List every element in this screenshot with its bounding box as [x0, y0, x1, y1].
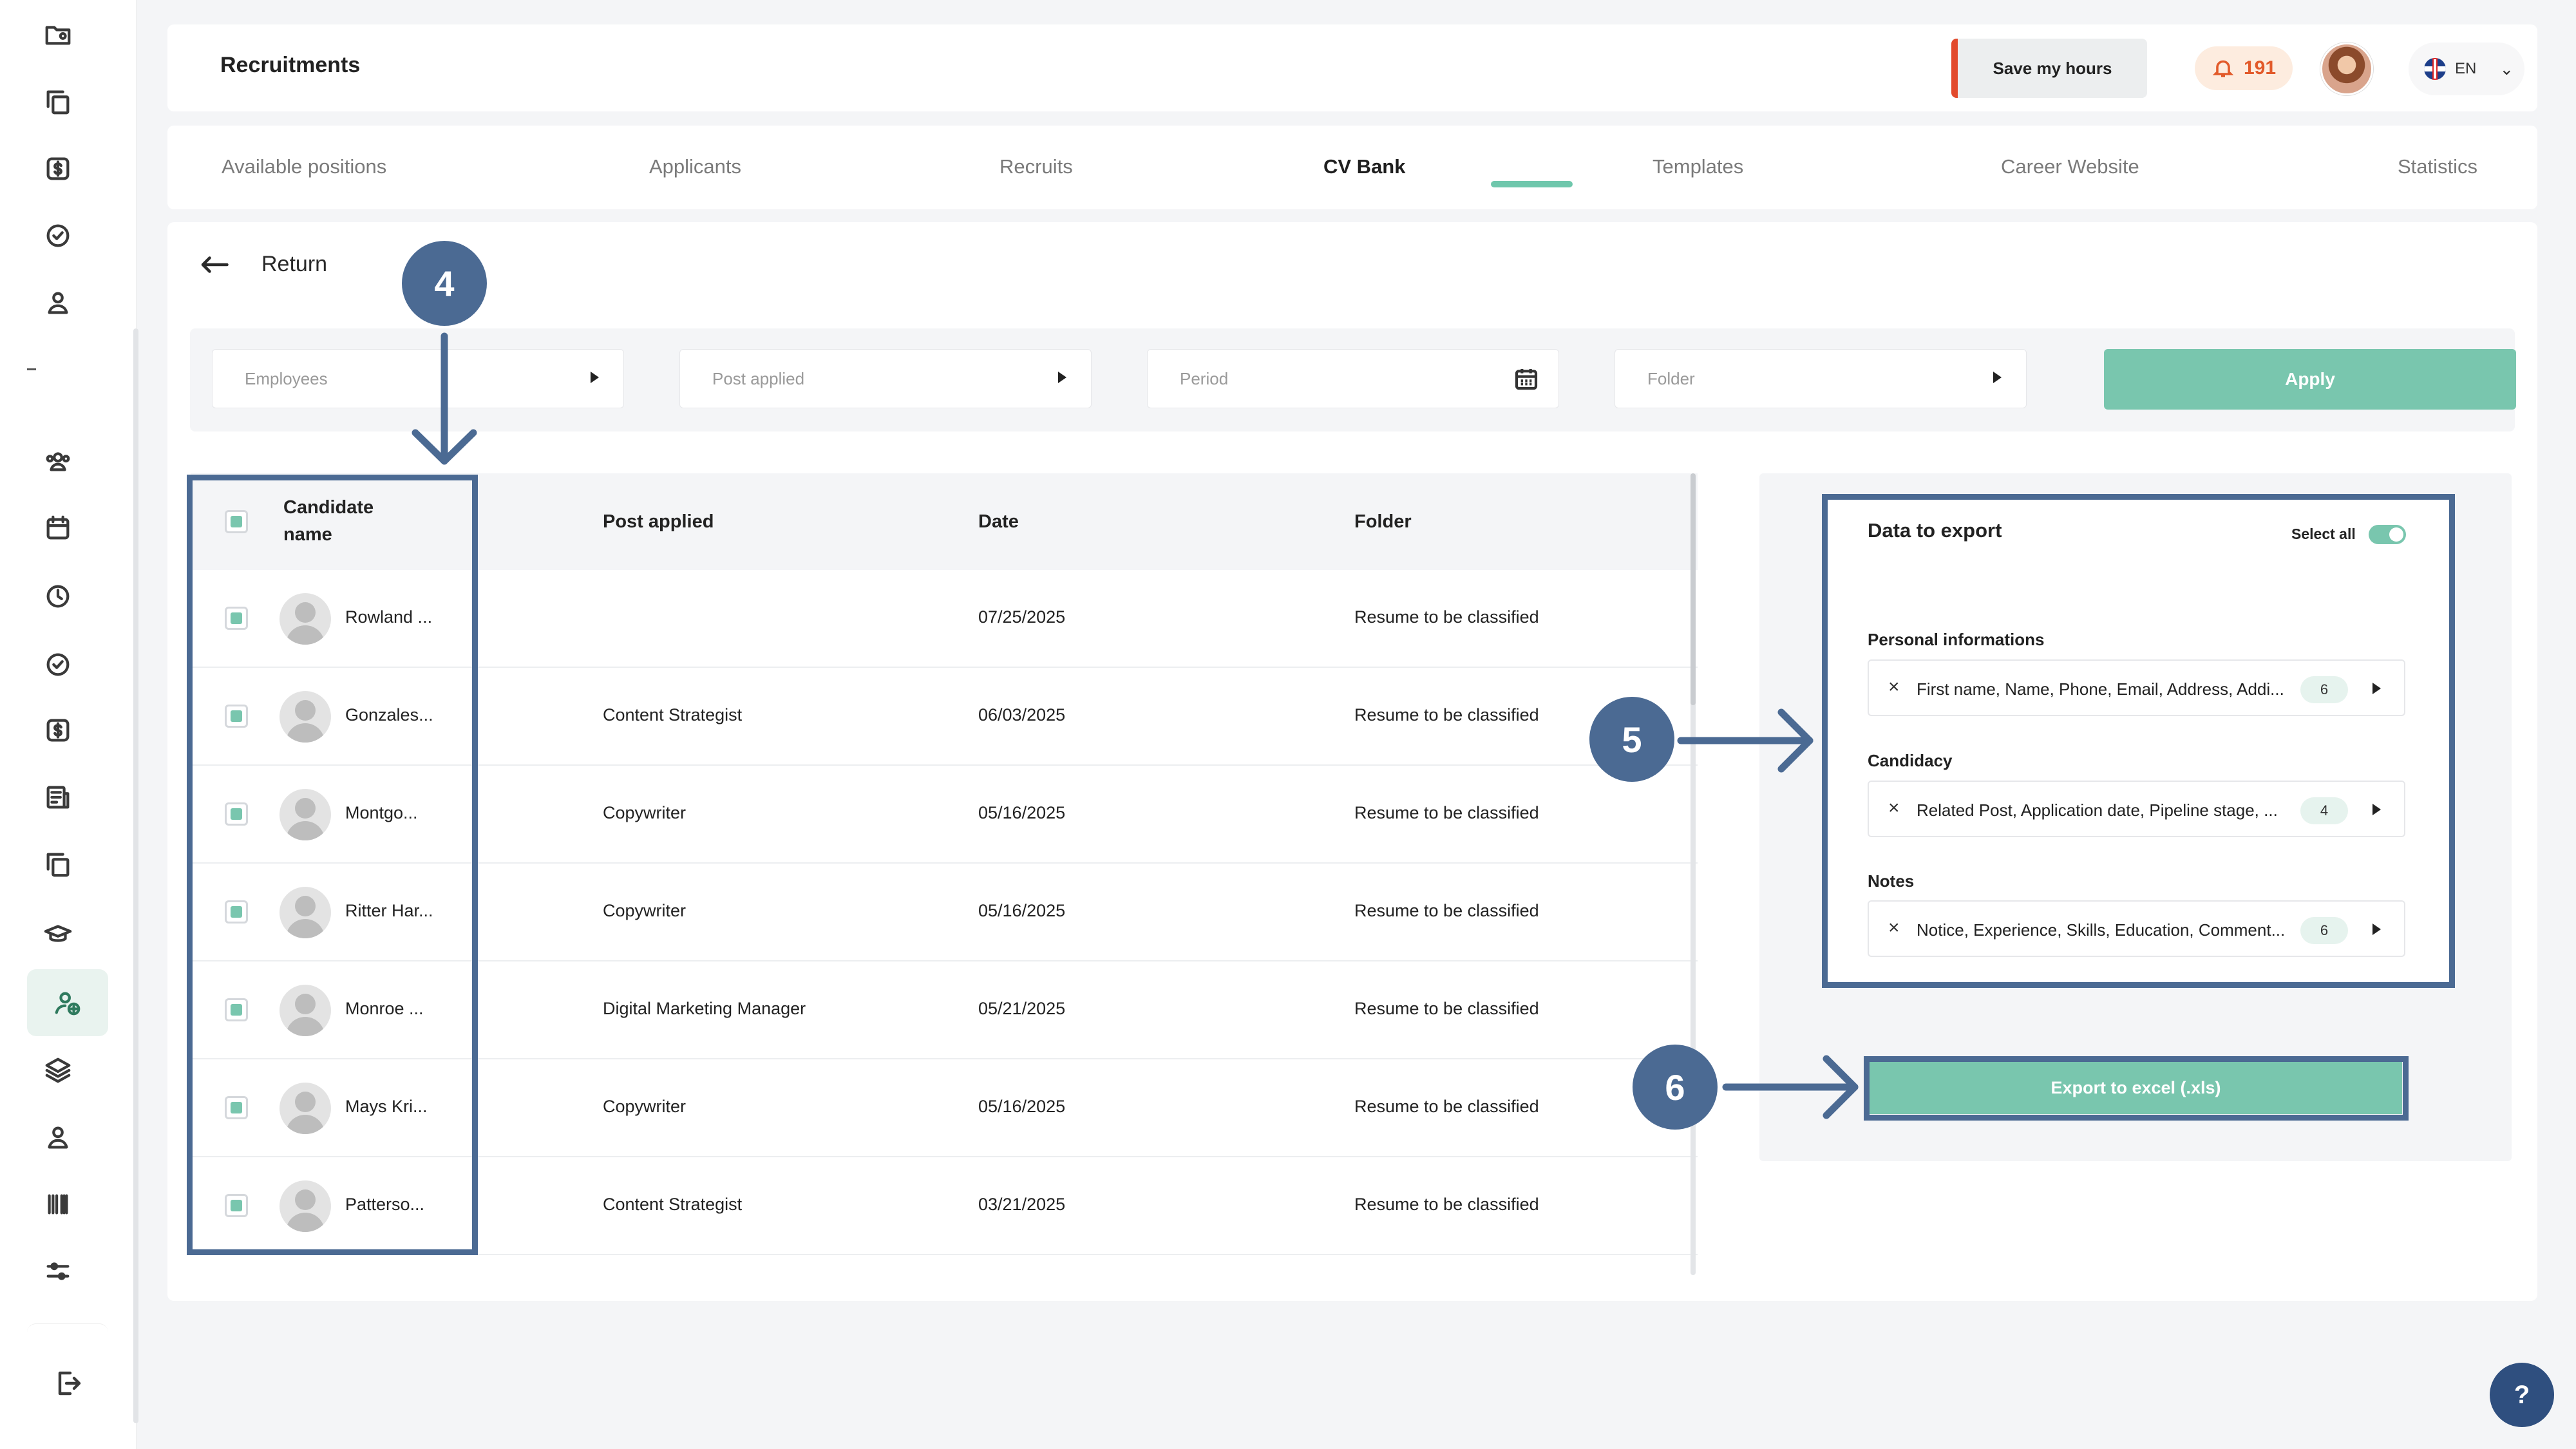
- document-icon[interactable]: [35, 774, 81, 820]
- folder-filter-placeholder: Folder: [1647, 368, 1695, 388]
- users-icon[interactable]: [35, 438, 81, 484]
- logout-icon: [58, 1371, 81, 1396]
- employees-filter[interactable]: Employees: [212, 349, 624, 408]
- tab-statistics[interactable]: Statistics: [2398, 155, 2477, 178]
- caret-right-icon: [1058, 372, 1066, 383]
- check-circle-icon[interactable]: [35, 213, 81, 259]
- post-applied: Content Strategist: [603, 705, 743, 724]
- date: 03/21/2025: [978, 1195, 1066, 1214]
- top-header: Recruitments Save my hours 191 EN ⌄: [167, 24, 2537, 111]
- post-applied-filter[interactable]: Post applied: [679, 349, 1092, 408]
- caret-right-icon: [1993, 372, 2002, 383]
- language-code: EN: [2455, 60, 2477, 77]
- tab-recruits[interactable]: Recruits: [999, 155, 1073, 178]
- sliders-icon[interactable]: [35, 1248, 81, 1294]
- sidebar-separator: [27, 368, 36, 370]
- notifications-button[interactable]: 191: [2195, 46, 2293, 90]
- post-applied: Content Strategist: [603, 1195, 743, 1214]
- date: 05/16/2025: [978, 1097, 1066, 1116]
- calendar-icon[interactable]: [35, 505, 81, 551]
- notification-count: 191: [2243, 57, 2277, 79]
- annotation-box-candidate-column: [187, 475, 478, 1255]
- date: 05/16/2025: [978, 901, 1066, 920]
- apply-button[interactable]: Apply: [2104, 349, 2516, 410]
- annotation-marker-5: 5: [1589, 697, 1674, 782]
- copy-icon[interactable]: [35, 79, 81, 125]
- clock-icon[interactable]: [35, 573, 81, 620]
- header-folder[interactable]: Folder: [1354, 508, 1412, 535]
- annotation-marker-4: 4: [402, 241, 487, 326]
- header-post-applied[interactable]: Post applied: [603, 508, 714, 535]
- return-button[interactable]: Return: [200, 252, 327, 277]
- help-button[interactable]: ?: [2490, 1363, 2554, 1427]
- employees-filter-placeholder: Employees: [245, 368, 328, 388]
- folder-user-icon[interactable]: [35, 12, 81, 58]
- sidebar-scrollbar[interactable]: [133, 328, 138, 1423]
- calendar-icon[interactable]: [1513, 365, 1539, 392]
- caret-right-icon: [591, 372, 599, 383]
- language-selector[interactable]: EN ⌄: [2409, 43, 2524, 95]
- arrow-left-icon: [201, 256, 229, 273]
- uk-flag-icon: [2424, 58, 2446, 80]
- folder: Resume to be classified: [1354, 705, 1539, 724]
- graduation-cap-icon[interactable]: [35, 911, 81, 957]
- tab-bar: Available positions Applicants Recruits …: [167, 126, 2537, 209]
- date: 05/16/2025: [978, 803, 1066, 822]
- dollar-icon[interactable]: [35, 146, 81, 192]
- folder: Resume to be classified: [1354, 901, 1539, 920]
- logout-button[interactable]: [27, 1323, 108, 1443]
- annotation-box-export-data: [1822, 494, 2455, 988]
- period-filter[interactable]: Period: [1147, 349, 1559, 408]
- return-label: Return: [261, 252, 328, 276]
- tab-applicants[interactable]: Applicants: [649, 155, 741, 178]
- tab-cv-bank[interactable]: CV Bank: [1323, 155, 1405, 178]
- folder: Resume to be classified: [1354, 1097, 1539, 1116]
- barcode-icon[interactable]: [35, 1181, 81, 1227]
- post-applied: Copywriter: [603, 1097, 687, 1116]
- date: 05/21/2025: [978, 999, 1066, 1018]
- folder: Resume to be classified: [1354, 999, 1539, 1018]
- post-applied: Copywriter: [603, 901, 687, 920]
- folder: Resume to be classified: [1354, 1195, 1539, 1214]
- annotation-marker-6: 6: [1633, 1045, 1718, 1130]
- user-icon[interactable]: [35, 279, 81, 326]
- tab-templates[interactable]: Templates: [1653, 155, 1743, 178]
- folder: Resume to be classified: [1354, 803, 1539, 822]
- date: 06/03/2025: [978, 705, 1066, 724]
- layers-icon[interactable]: [35, 1047, 81, 1094]
- post-applied: Copywriter: [603, 803, 687, 822]
- chevron-down-icon: ⌄: [2499, 59, 2514, 79]
- user-avatar[interactable]: [2320, 43, 2373, 95]
- user-icon[interactable]: [35, 1114, 81, 1160]
- check-circle-icon[interactable]: [35, 641, 81, 688]
- folder-filter[interactable]: Folder: [1615, 349, 2027, 408]
- save-my-hours-button[interactable]: Save my hours: [1951, 39, 2147, 98]
- user-plus-icon[interactable]: [27, 969, 108, 1036]
- tab-available-positions[interactable]: Available positions: [222, 155, 386, 178]
- sidebar: [0, 0, 137, 1449]
- period-filter-placeholder: Period: [1180, 368, 1229, 388]
- dollar-icon[interactable]: [35, 707, 81, 753]
- date: 07/25/2025: [978, 607, 1066, 627]
- annotation-box-export-button: [1864, 1056, 2409, 1121]
- active-tab-indicator: [1491, 181, 1573, 187]
- folder: Resume to be classified: [1354, 607, 1539, 627]
- post-applied-filter-placeholder: Post applied: [712, 368, 805, 388]
- page-title: Recruitments: [220, 53, 361, 77]
- tab-career-website[interactable]: Career Website: [2001, 155, 2139, 178]
- bell-icon: [2212, 60, 2234, 77]
- header-date[interactable]: Date: [978, 508, 1019, 535]
- post-applied: Digital Marketing Manager: [603, 999, 806, 1018]
- filter-bar: Employees Post applied Period Folder App…: [190, 328, 2516, 431]
- copy-icon[interactable]: [35, 841, 81, 887]
- table-scrollbar-thumb[interactable]: [1690, 473, 1696, 705]
